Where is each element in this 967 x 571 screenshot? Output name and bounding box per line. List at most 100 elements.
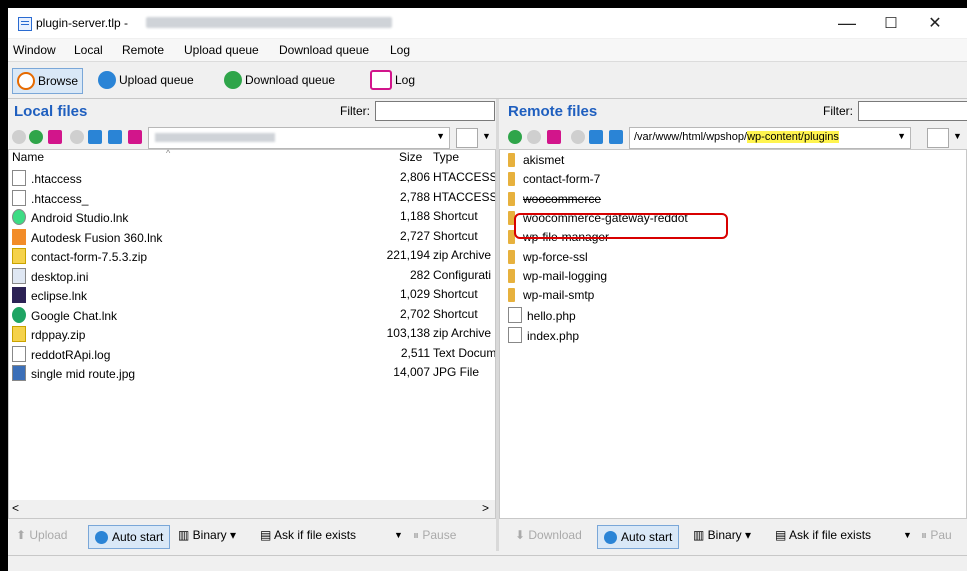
local-hscrollbar[interactable]: < > — [9, 500, 495, 518]
ask-label: Ask if file exists — [274, 528, 357, 542]
menu-upload-queue[interactable]: Upload queue — [184, 43, 259, 57]
back-icon[interactable] — [12, 130, 26, 144]
eclipse-icon — [12, 287, 26, 303]
remote-back-icon[interactable] — [508, 130, 522, 144]
list-item[interactable]: index.php — [508, 326, 958, 346]
menu-window[interactable]: Window — [13, 43, 56, 57]
sort-indicator-icon: ^ — [166, 148, 171, 158]
file-icon — [508, 326, 522, 343]
remote-path-input[interactable]: /var/www/html/wpshop/wp-content/plugins … — [629, 127, 911, 149]
remote-forward-icon[interactable] — [527, 130, 541, 144]
remote-binary-label: Binary — [707, 528, 742, 542]
download-queue-button[interactable]: Download queue — [220, 68, 339, 92]
upload-button[interactable]: ⬆ Upload — [16, 528, 67, 542]
minimize-button[interactable]: — — [825, 8, 869, 38]
file-icon — [12, 170, 26, 186]
stop-icon[interactable] — [70, 130, 84, 144]
close-button[interactable]: ✕ — [913, 8, 957, 38]
remote-filter-input[interactable] — [858, 101, 967, 121]
remote-view-dropdown-icon[interactable]: ▼ — [953, 131, 962, 141]
log-icon — [370, 70, 392, 90]
remote-auto-start-label: Auto start — [621, 530, 673, 544]
table-row[interactable]: Google Chat.lnk 2,702 Shortcut — [12, 306, 492, 326]
remote-path-prefix: /var/www/html/wpshop/ — [634, 131, 748, 143]
scroll-left-icon[interactable]: < — [12, 501, 19, 515]
table-row[interactable]: Android Studio.lnk 1,188 Shortcut — [12, 209, 492, 228]
table-row[interactable]: reddotRApi.log 2,511 Text Docum — [12, 345, 495, 365]
android-studio-icon — [12, 209, 26, 225]
table-row[interactable]: .htaccess 2,806 HTACCESS — [12, 170, 495, 189]
col-type-header[interactable]: Type — [433, 150, 459, 167]
remote-home-icon[interactable] — [609, 130, 623, 144]
file-size: 221,194 — [386, 248, 430, 262]
table-row[interactable]: .htaccess_ 2,788 HTACCESS — [12, 189, 495, 209]
upload-queue-label: Upload queue — [119, 73, 194, 87]
list-item[interactable]: wp-force-ssl — [508, 249, 958, 269]
local-filter-input[interactable] — [375, 101, 495, 121]
table-row[interactable]: desktop.ini 282 Configurati — [12, 267, 492, 287]
local-ask-if-exists-button[interactable]: ▤ Ask if file exists — [260, 528, 356, 542]
desktop-folder-icon[interactable] — [128, 130, 142, 144]
redacted-host — [146, 17, 392, 28]
download-button[interactable]: ⬇ Download — [515, 528, 582, 542]
remote-ask-if-exists-button[interactable]: ▤ Ask if file exists — [775, 528, 871, 542]
table-row[interactable]: rdppay.zip 103,138 zip Archive — [12, 326, 492, 345]
parent-folder-icon[interactable] — [48, 130, 62, 144]
col-name-header[interactable]: Name — [12, 150, 44, 167]
home-icon[interactable] — [108, 130, 122, 144]
table-row[interactable]: Autodesk Fusion 360.lnk 2,727 Shortcut — [12, 228, 492, 248]
ask-dropdown-icon[interactable]: ▼ — [394, 530, 403, 540]
download-queue-label: Download queue — [245, 73, 336, 87]
view-dropdown-icon[interactable]: ▼ — [482, 131, 491, 141]
list-item[interactable]: wp-mail-logging — [508, 268, 958, 288]
remote-files-title: Remote files — [508, 103, 598, 120]
list-item[interactable]: woocommerce — [508, 191, 958, 211]
menu-download-queue[interactable]: Download queue — [279, 43, 369, 57]
local-files-title: Local files — [14, 103, 88, 120]
local-filter-label: Filter: — [340, 104, 370, 118]
list-item[interactable]: contact-form-7 — [508, 172, 958, 191]
maximize-button[interactable]: ☐ — [869, 8, 913, 38]
path-dropdown-icon[interactable]: ▼ — [436, 131, 445, 141]
col-size-header[interactable]: Size — [399, 150, 422, 167]
list-item[interactable]: wp-mail-smtp — [508, 288, 958, 307]
local-path-input[interactable]: ▼ — [148, 127, 450, 149]
folder-icon — [508, 172, 515, 187]
view-mode-icon[interactable] — [456, 128, 478, 148]
local-pane: Local files Filter: ▼ ▼ Name ^ Size Type… — [8, 99, 496, 571]
table-row[interactable]: eclipse.lnk 1,029 Shortcut — [12, 287, 492, 306]
local-pause-button[interactable]: ⏸ Pause — [413, 528, 456, 543]
menu-remote[interactable]: Remote — [122, 43, 164, 57]
menu-local[interactable]: Local — [74, 43, 103, 57]
remote-view-mode-icon[interactable] — [927, 128, 949, 148]
remote-binary-button[interactable]: ▥ Binary ▾ — [693, 528, 751, 542]
remote-ask-dropdown-icon[interactable]: ▼ — [903, 530, 912, 540]
remote-pause-button[interactable]: ⏸ Pau — [921, 528, 952, 543]
file-type: HTACCESS — [433, 189, 495, 204]
remote-auto-start-button[interactable]: Auto start — [597, 525, 680, 549]
file-name: Google Chat.lnk — [31, 308, 118, 323]
list-item[interactable]: hello.php — [508, 307, 958, 326]
remote-refresh-icon[interactable] — [589, 130, 603, 144]
local-binary-button[interactable]: ▥ Binary ▾ — [178, 528, 236, 542]
menu-log[interactable]: Log — [390, 43, 410, 57]
file-type: Text Docum — [433, 345, 495, 360]
remote-stop-icon[interactable] — [571, 130, 585, 144]
upload-queue-button[interactable]: Upload queue — [94, 68, 198, 92]
remote-filter-label: Filter: — [823, 104, 853, 118]
remote-parent-folder-icon[interactable] — [547, 130, 561, 144]
refresh-icon[interactable] — [88, 130, 102, 144]
fusion-icon — [12, 228, 26, 245]
auto-start-label: Auto start — [112, 530, 164, 544]
local-auto-start-button[interactable]: Auto start — [88, 525, 171, 549]
table-row[interactable]: contact-form-7.5.3.zip 221,194 zip Archive — [12, 248, 492, 267]
file-type: Shortcut — [433, 287, 478, 301]
list-item[interactable]: akismet — [508, 153, 958, 172]
remote-path-dropdown-icon[interactable]: ▼ — [897, 131, 906, 141]
remote-pause-label: Pau — [930, 528, 952, 542]
log-button[interactable]: Log — [366, 68, 419, 92]
forward-icon[interactable] — [29, 130, 43, 144]
browse-button[interactable]: Browse — [12, 68, 84, 94]
scroll-right-icon[interactable]: > — [482, 501, 489, 515]
table-row[interactable]: single mid route.jpg 14,007 JPG File — [12, 365, 492, 384]
